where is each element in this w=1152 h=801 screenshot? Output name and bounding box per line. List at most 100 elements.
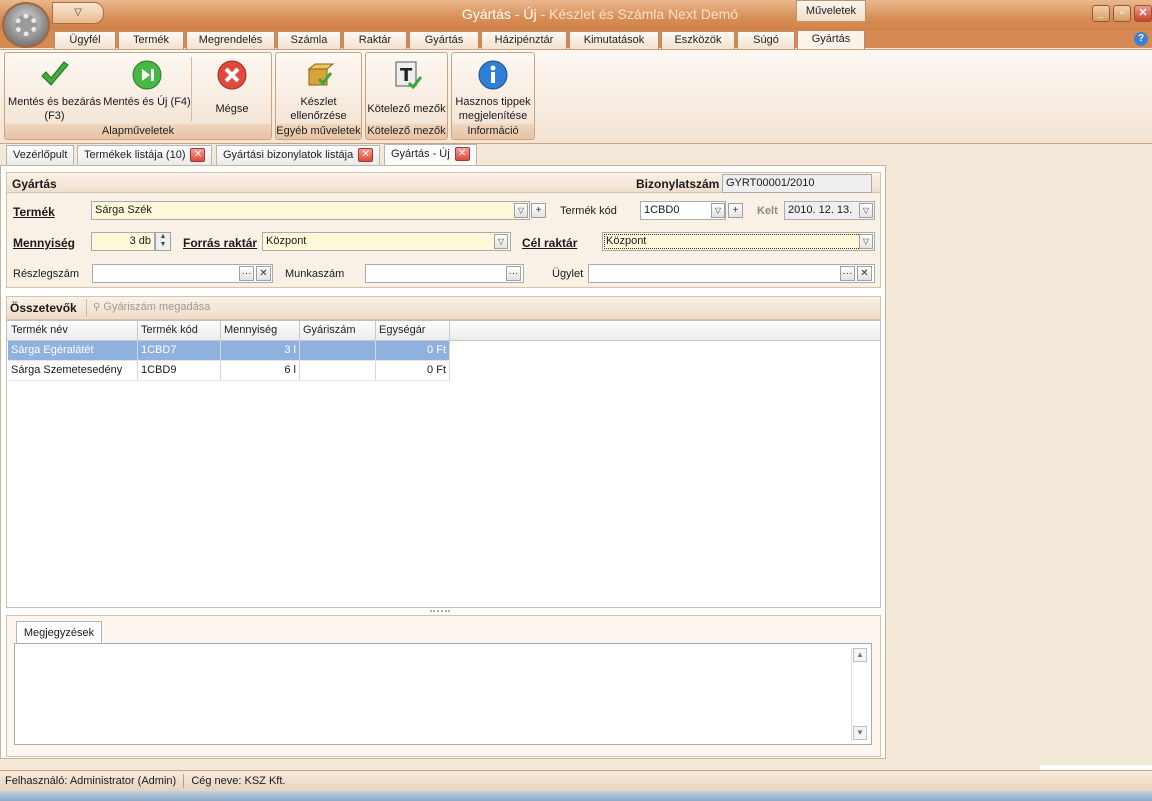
clear-icon[interactable]: ✕ <box>857 266 872 281</box>
group-informacio: Hasznos tippek megjelenítése Információ <box>451 52 535 140</box>
chevron-down-icon[interactable]: ▽ <box>494 234 508 249</box>
source-warehouse-select[interactable]: Központ <box>262 232 511 251</box>
tab-megjegyzesek[interactable]: Megjegyzések <box>16 621 102 643</box>
col-header-name[interactable]: Termék név <box>8 321 138 341</box>
separator <box>183 774 185 789</box>
app-menu-button[interactable] <box>2 2 50 48</box>
cell-price: 0 Ft <box>376 361 450 381</box>
quick-access-toolbar[interactable]: ▽ <box>52 2 104 24</box>
group-label-egyeb: Egyéb műveletek <box>276 124 361 139</box>
doc-number-label: Bizonylatszám <box>636 177 720 191</box>
cell-name: Sárga Szemetesedény <box>8 361 138 381</box>
chevron-down-icon[interactable]: ▽ <box>859 234 873 249</box>
doc-tab-label: Termékek listája (10) <box>84 149 186 161</box>
col-header-code[interactable]: Termék kód <box>138 321 221 341</box>
checkmark-icon <box>41 61 69 86</box>
add-product-button[interactable]: + <box>531 203 546 218</box>
col-header-price[interactable]: Egységár <box>376 321 450 341</box>
cancel-button[interactable]: Mégse <box>193 55 271 125</box>
stamp-icon: ⚲ <box>93 302 101 313</box>
save-close-button[interactable]: Mentés és bezárás (F3) <box>7 55 102 125</box>
ellipsis-button[interactable]: ··· <box>506 266 521 281</box>
notes-textarea[interactable] <box>14 643 872 745</box>
tab-eszkozok[interactable]: Eszközök <box>661 31 735 49</box>
tab-hazipenztar[interactable]: Házipénztár <box>481 31 567 49</box>
splitter-handle[interactable] <box>430 610 450 613</box>
tips-button[interactable]: Hasznos tippek megjelenítése <box>452 55 534 125</box>
help-icon[interactable]: ? <box>1134 32 1148 46</box>
doc-number-field: GYRT00001/2010 <box>722 174 872 193</box>
group-label-alapmuveletek: Alapműveletek <box>5 124 271 139</box>
table-row[interactable]: Sárga Szemetesedény 1CBD9 6 l 0 Ft <box>8 361 450 381</box>
serial-number-button[interactable]: ⚲ Gyáriszám megadása <box>93 301 210 313</box>
minimize-button[interactable]: _ <box>1092 5 1110 22</box>
doc-tab-bizonylatok[interactable]: Gyártási bizonylatok listája ✕ <box>216 145 381 165</box>
add-product-code-button[interactable]: + <box>728 203 743 218</box>
table-row[interactable]: Sárga Egéralátét 1CBD7 3 l 0 Ft <box>8 341 450 361</box>
tab-termek[interactable]: Termék <box>118 31 184 49</box>
product-label: Termék <box>13 205 55 219</box>
chevron-down-icon[interactable]: ▽ <box>711 203 725 218</box>
department-label: Részlegszám <box>13 268 80 280</box>
context-tab-muveletek[interactable]: Műveletek <box>796 0 866 22</box>
tab-sugo[interactable]: Súgó <box>737 31 795 49</box>
job-number-field[interactable] <box>365 264 524 283</box>
cancel-x-icon <box>217 60 247 90</box>
gear-icon <box>15 14 37 36</box>
close-window-button[interactable]: ✕ <box>1134 5 1152 22</box>
product-code-label: Termék kód <box>560 205 617 217</box>
product-select[interactable]: Sárga Szék <box>91 201 530 220</box>
group-label-kotelezo: Kötelező mezők <box>366 124 447 139</box>
required-fields-button[interactable]: T Kötelező mezők <box>366 55 447 125</box>
col-header-qty[interactable]: Mennyiség <box>221 321 300 341</box>
chevron-down-icon[interactable]: ▽ <box>514 203 528 218</box>
required-fields-label: Kötelező mezők <box>367 103 446 115</box>
tab-gyartas-main[interactable]: Gyártás <box>409 31 479 49</box>
doc-tab-termekek[interactable]: Termékek listája (10) ✕ <box>77 145 213 165</box>
notes-scrollbar[interactable]: ▲ ▼ <box>851 648 867 742</box>
cell-serial <box>300 341 376 361</box>
cell-price: 0 Ft <box>376 341 450 361</box>
doc-tab-vezerlopult[interactable]: Vezérlőpult <box>6 145 75 165</box>
clear-icon[interactable]: ✕ <box>256 266 271 281</box>
restore-button[interactable]: ▫ <box>1113 5 1131 22</box>
tab-gyartas-context[interactable]: Gyártás <box>797 30 865 50</box>
ellipsis-button[interactable]: ··· <box>840 266 855 281</box>
doc-tab-label: Vezérlőpult <box>13 149 68 161</box>
spin-icon[interactable]: ▲ ▼ <box>155 232 171 251</box>
doc-tab-gyartas-uj[interactable]: Gyártás - Új ✕ <box>384 144 477 166</box>
window-title-app: - Készlet és Számla Next Demó <box>536 6 739 22</box>
tab-megrendeles[interactable]: Megrendelés <box>186 31 275 49</box>
window-title-main: Gyártás - Új <box>461 6 537 22</box>
stock-check-label: Készlet ellenőrzése <box>290 96 347 122</box>
stock-check-button[interactable]: Készlet ellenőrzése <box>276 55 361 125</box>
save-close-label: Mentés és bezárás (F3) <box>8 96 101 122</box>
deal-field[interactable] <box>588 264 875 283</box>
close-icon[interactable]: ✕ <box>454 147 470 162</box>
col-header-serial[interactable]: Gyáriszám <box>300 321 376 341</box>
tab-kimutatasok[interactable]: Kimutatások <box>569 31 659 49</box>
ellipsis-button[interactable]: ··· <box>239 266 254 281</box>
close-icon[interactable]: ✕ <box>190 148 206 163</box>
section-title: Gyártás <box>12 177 57 191</box>
tab-raktar[interactable]: Raktár <box>343 31 407 49</box>
quantity-label: Mennyiség <box>13 236 76 250</box>
scroll-up-icon[interactable]: ▲ <box>853 648 867 662</box>
serial-number-label: Gyáriszám megadása <box>103 301 211 313</box>
tab-ugyfel[interactable]: Ügyfél <box>54 31 116 49</box>
group-egyeb-muveletek: Készlet ellenőrzése Egyéb műveletek <box>275 52 362 140</box>
cell-name: Sárga Egéralátét <box>8 341 138 361</box>
scroll-down-icon[interactable]: ▼ <box>853 726 867 740</box>
close-icon[interactable]: ✕ <box>358 148 374 163</box>
target-warehouse-label: Cél raktár <box>522 236 578 250</box>
tab-szamla[interactable]: Számla <box>277 31 341 49</box>
play-next-icon <box>132 60 162 90</box>
separator <box>86 299 87 317</box>
quantity-stepper[interactable]: 3 db <box>91 232 155 251</box>
source-warehouse-label: Forrás raktár <box>183 236 258 250</box>
doc-tab-label: Gyártási bizonylatok listája <box>223 149 354 161</box>
target-warehouse-select[interactable]: Központ <box>602 232 875 251</box>
save-new-button[interactable]: Mentés és Új (F4) <box>102 55 192 125</box>
tips-label: Hasznos tippek megjelenítése <box>455 96 531 122</box>
text-check-icon: T <box>395 61 423 90</box>
